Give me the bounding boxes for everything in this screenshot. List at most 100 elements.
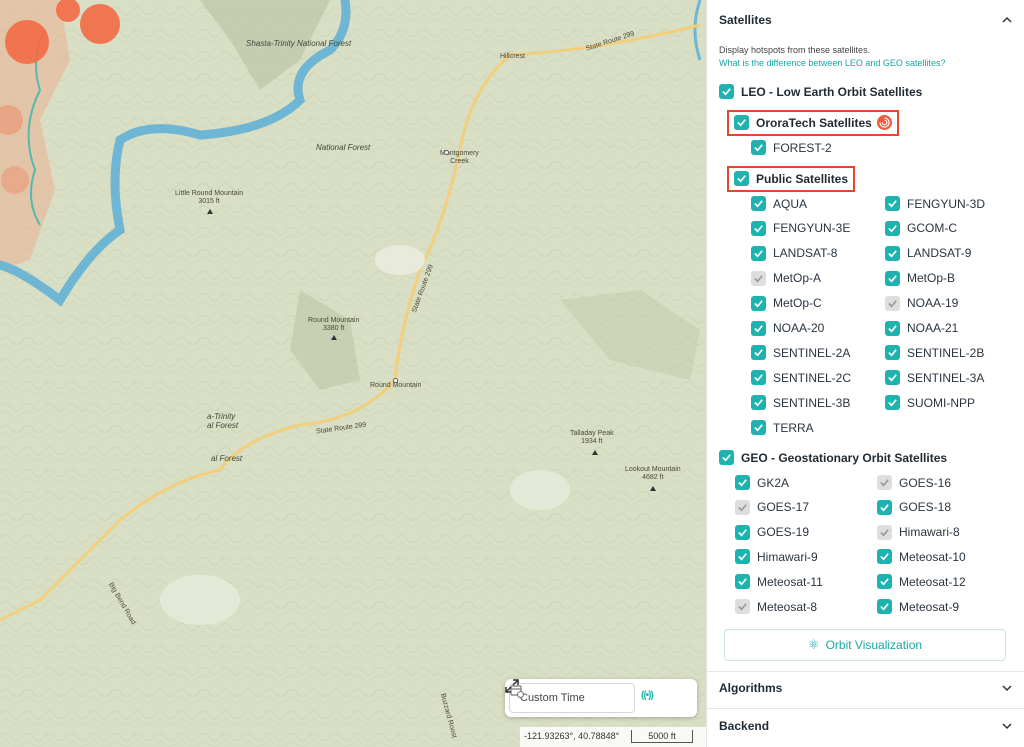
checkbox-checked[interactable] (751, 320, 766, 336)
check-icon (754, 200, 763, 208)
checkbox-unchecked[interactable] (751, 270, 766, 286)
satellite-checkbox-row[interactable]: GOES-17 (735, 499, 809, 515)
checkbox-checked[interactable] (885, 395, 900, 411)
satellite-checkbox-row[interactable]: Meteosat-8 (735, 599, 817, 614)
checkbox-unchecked[interactable] (877, 524, 892, 540)
satellite-checkbox-row[interactable]: GOES-18 (877, 499, 951, 515)
checkbox-label: NOAA-19 (907, 296, 959, 311)
checkbox-checked[interactable] (751, 370, 766, 386)
checkbox-checked[interactable] (885, 320, 900, 336)
satellite-checkbox-row[interactable]: FENGYUN-3D (885, 196, 985, 211)
checkbox-checked[interactable] (751, 220, 766, 236)
satellite-checkbox-row[interactable]: SENTINEL-3A (885, 370, 984, 386)
leo-checkbox-row[interactable]: LEO - Low Earth Orbit Satellites (719, 84, 922, 99)
satellite-checkbox-row[interactable]: TERRA (751, 420, 814, 436)
geo-checkbox-row[interactable]: GEO - Geostationary Orbit Satellites (719, 450, 947, 465)
checkbox[interactable] (734, 171, 749, 186)
satellite-checkbox-row[interactable]: GOES-19 (735, 524, 809, 540)
checkbox-checked[interactable] (885, 245, 900, 261)
satellite-checkbox-row[interactable]: MetOp-C (751, 295, 822, 311)
checkbox[interactable] (719, 450, 734, 465)
satellite-checkbox-row[interactable]: GOES-16 (877, 475, 951, 490)
checkbox-label: Himawari-9 (757, 549, 818, 564)
algorithms-section-title[interactable]: Algorithms (719, 681, 782, 695)
satellite-checkbox-row[interactable]: SENTINEL-2C (751, 370, 851, 386)
checkbox-checked[interactable] (735, 574, 750, 590)
checkbox[interactable] (719, 84, 734, 99)
satellite-checkbox-row[interactable]: AQUA (751, 196, 807, 211)
checkbox-checked[interactable] (735, 524, 750, 540)
check-icon (888, 374, 897, 382)
ororatech-checkbox-row[interactable]: OroraTech Satellites (734, 115, 892, 130)
check-icon (888, 200, 897, 208)
checkbox-checked[interactable] (885, 196, 900, 211)
satellite-checkbox-row[interactable]: Meteosat-10 (877, 549, 966, 565)
live-broadcast-icon[interactable]: ((•)) (641, 690, 654, 701)
map-label-shasta-trinity: Shasta-Trinity National Forest (246, 39, 352, 48)
satellite-checkbox-row[interactable]: SUOMI-NPP (885, 395, 975, 411)
satellite-checkbox-row[interactable]: Meteosat-11 (735, 574, 823, 590)
check-icon (738, 603, 747, 611)
checkbox-checked[interactable] (735, 475, 750, 490)
satellite-checkbox-row[interactable]: MetOp-B (885, 270, 955, 286)
checkbox-checked[interactable] (885, 270, 900, 286)
satellite-checkbox-row[interactable]: GCOM-C (885, 220, 957, 236)
backend-section-title[interactable]: Backend (719, 719, 769, 733)
satellite-checkbox-row[interactable]: NOAA-19 (885, 295, 959, 311)
map-label-talladay-peak: Talladay Peak 1934 ft (570, 430, 614, 445)
checkbox-checked[interactable] (751, 395, 766, 411)
satellite-checkbox-row[interactable]: NOAA-21 (885, 320, 958, 336)
chevron-down-icon[interactable] (1002, 683, 1012, 693)
map-canvas[interactable] (0, 0, 706, 747)
chevron-down-icon[interactable] (1002, 721, 1012, 731)
custom-time-button[interactable]: Custom Time (509, 683, 635, 713)
satellite-checkbox-row[interactable]: LANDSAT-8 (751, 245, 837, 261)
checkbox-checked[interactable] (735, 549, 750, 565)
checkbox-checked[interactable] (751, 196, 766, 211)
checkbox-unchecked[interactable] (735, 499, 750, 515)
check-icon (888, 299, 897, 308)
checkbox-label: AQUA (773, 196, 808, 211)
satellite-checkbox-row[interactable]: FENGYUN-3E (751, 220, 850, 236)
checkbox-checked[interactable] (751, 420, 766, 436)
satellite-checkbox-row[interactable]: Meteosat-9 (877, 599, 959, 614)
check-icon (754, 144, 763, 152)
satellite-checkbox-row[interactable]: NOAA-20 (751, 320, 824, 336)
checkbox-checked[interactable] (885, 345, 900, 361)
satellite-checkbox-row[interactable]: LANDSAT-9 (885, 245, 971, 261)
satellites-section-title[interactable]: Satellites (719, 13, 772, 27)
checkbox-unchecked[interactable] (877, 475, 892, 490)
leo-geo-help-link[interactable]: What is the difference between LEO and G… (719, 58, 945, 68)
satellite-checkbox-row[interactable]: Himawari-9 (735, 549, 818, 565)
satellite-checkbox-row[interactable]: GK2A (735, 475, 789, 490)
satellite-checkbox-row[interactable]: MetOp-A (751, 270, 821, 286)
satellite-checkbox-row[interactable]: FOREST-2 (751, 140, 832, 155)
satellite-checkbox-row[interactable]: SENTINEL-2B (885, 345, 984, 361)
chevron-up-icon[interactable] (1002, 15, 1012, 25)
checkbox-checked[interactable] (885, 370, 900, 386)
expand-icon[interactable] (505, 679, 519, 693)
checkbox[interactable] (734, 115, 749, 130)
checkbox-checked[interactable] (751, 345, 766, 361)
checkbox-checked[interactable] (751, 245, 766, 261)
checkbox-unchecked[interactable] (735, 599, 750, 614)
checkbox-checked[interactable] (877, 549, 892, 565)
orbit-visualization-button[interactable]: ⚛ Orbit Visualization (724, 629, 1006, 661)
checkbox-unchecked[interactable] (885, 295, 900, 311)
satellite-checkbox-row[interactable]: SENTINEL-2A (751, 345, 850, 361)
checkbox-checked[interactable] (885, 220, 900, 236)
checkbox-checked[interactable] (877, 599, 892, 614)
divider (707, 708, 1024, 709)
checkbox-checked[interactable] (877, 499, 892, 515)
satellite-checkbox-row[interactable]: SENTINEL-3B (751, 395, 850, 411)
satellite-checkbox-row[interactable]: Meteosat-12 (877, 574, 966, 590)
check-icon (880, 504, 889, 512)
map-view[interactable]: Shasta-Trinity National Forest Hillcrest… (0, 0, 706, 747)
checkbox-checked[interactable] (877, 574, 892, 590)
public-satellites-checkbox-row[interactable]: Public Satellites (734, 171, 848, 186)
checkbox-checked[interactable] (751, 295, 766, 311)
satellite-checkbox-row[interactable]: Himawari-8 (877, 524, 960, 540)
peak-icon (207, 209, 213, 214)
checkbox-checked[interactable] (751, 140, 766, 155)
check-icon (888, 324, 897, 332)
